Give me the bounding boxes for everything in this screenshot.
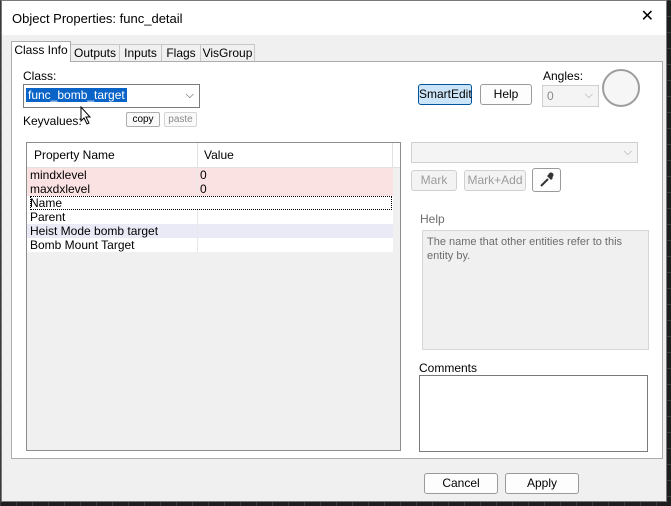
title-bar: Object Properties: func_detail ✕ [2,1,666,35]
eyedropper-icon [540,172,554,187]
chevron-down-icon[interactable]: ⌵ [624,145,632,158]
window-title: Object Properties: func_detail [12,11,183,26]
smartedit-button[interactable]: SmartEdit [418,84,472,105]
copy-button[interactable]: copy [126,112,160,127]
property-name: mindxlevel [30,168,87,182]
header-divider [197,143,198,167]
cell-divider [197,168,198,182]
object-properties-dialog: Object Properties: func_detail ✕ Class I… [1,0,667,502]
apply-button[interactable]: Apply [505,473,579,494]
mouse-cursor-icon [80,106,92,125]
properties-list[interactable]: Property Name Value mindxlevel 0 maxdxle… [26,142,401,451]
cell-divider [197,238,198,252]
table-row[interactable]: Name [27,196,393,210]
header-property-name[interactable]: Property Name [34,148,115,162]
angles-dial[interactable] [602,69,640,107]
cancel-button[interactable]: Cancel [424,473,498,494]
angles-value: 0 [547,89,554,103]
table-row[interactable]: Parent [27,210,393,224]
property-name: Parent [30,210,66,224]
header-value[interactable]: Value [204,148,234,162]
mark-button[interactable]: Mark [411,170,457,191]
eyedropper-button[interactable] [532,168,561,192]
property-name: Bomb Mount Target [30,238,135,252]
tab-inputs[interactable]: Inputs [119,44,162,61]
comments-label: Comments [419,361,478,375]
class-label: Class: [23,69,57,83]
help-button[interactable]: Help [480,84,532,105]
header-divider [392,143,393,167]
help-heading: Help [420,212,445,226]
property-name: maxdxlevel [30,182,91,196]
property-name: Name [30,196,392,210]
tab-class-info[interactable]: Class Info [11,41,71,62]
angles-label: Angles: [543,69,584,83]
table-row[interactable]: Heist Mode bomb target [27,224,393,238]
property-value: 0 [200,168,207,182]
tab-outputs[interactable]: Outputs [70,44,120,61]
tab-flags[interactable]: Flags [161,44,201,61]
value-combobox[interactable]: ⌵ [411,142,638,163]
comments-field[interactable] [419,375,648,452]
mark-add-button[interactable]: Mark+Add [464,170,526,191]
cell-divider [197,210,198,224]
class-combobox[interactable]: func_bomb_target ⌵ [23,84,200,108]
help-box: The name that other entities refer to th… [422,230,649,350]
list-header: Property Name Value [27,143,400,168]
cell-divider [197,182,198,196]
class-info-panel: Class: func_bomb_target ⌵ Keyvalues: cop… [11,61,663,459]
class-value: func_bomb_target [26,88,127,102]
table-row[interactable]: Bomb Mount Target [27,238,393,252]
tab-visgroup[interactable]: VisGroup [200,44,255,61]
property-name: Heist Mode bomb target [30,224,159,238]
paste-button[interactable]: paste [164,112,197,127]
table-row[interactable]: maxdxlevel 0 [27,182,393,196]
angles-combobox[interactable]: 0 ⌵ [542,85,599,107]
property-value: 0 [200,182,207,196]
close-icon[interactable]: ✕ [641,9,654,25]
chevron-down-icon[interactable]: ⌵ [585,89,593,102]
chevron-down-icon[interactable]: ⌵ [186,89,194,102]
keyvalues-label: Keyvalues: [23,114,82,128]
help-text: The name that other entities refer to th… [427,236,623,262]
cell-divider [197,224,198,238]
table-row[interactable]: mindxlevel 0 [27,168,393,182]
